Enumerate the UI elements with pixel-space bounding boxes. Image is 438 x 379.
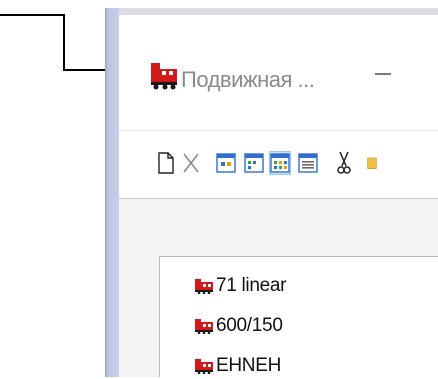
locomotive-app-icon[interactable] <box>149 60 179 90</box>
window-top-edge <box>119 8 438 15</box>
locomotive-icon <box>195 319 213 334</box>
view-details-icon[interactable] <box>297 151 319 175</box>
locomotive-icon <box>195 359 213 374</box>
paste-icon[interactable] <box>367 151 377 175</box>
view-small-icons-icon[interactable] <box>243 151 265 175</box>
list-item-label: 600/150 <box>216 315 283 336</box>
list-item[interactable]: EHNEH <box>194 353 281 379</box>
new-document-icon[interactable] <box>155 151 177 175</box>
window-title: Подвижная ... <box>181 67 315 92</box>
list-item[interactable]: 600/150 <box>194 313 283 339</box>
list-item-label: 71 linear <box>216 275 287 296</box>
view-large-icons-icon[interactable] <box>215 151 237 175</box>
list-item-label: EHNEH <box>216 355 282 376</box>
view-list-icon[interactable] <box>269 151 291 175</box>
list-item[interactable]: 71 linear <box>194 273 286 299</box>
window-frame-left[interactable] <box>105 8 119 377</box>
delete-icon[interactable] <box>180 151 202 175</box>
locomotive-icon <box>195 279 213 294</box>
content-area: 71 linear 600/150 EHNEH <box>119 199 438 377</box>
item-list[interactable]: 71 linear 600/150 EHNEH <box>159 256 438 377</box>
application-window: Подвижная ... 71 linear 600/150 EHNEH <box>105 8 438 377</box>
title-bar[interactable]: Подвижная ... <box>119 15 438 130</box>
minimize-button[interactable] <box>375 73 391 75</box>
toolbar <box>119 130 438 199</box>
cut-icon[interactable] <box>333 151 355 175</box>
